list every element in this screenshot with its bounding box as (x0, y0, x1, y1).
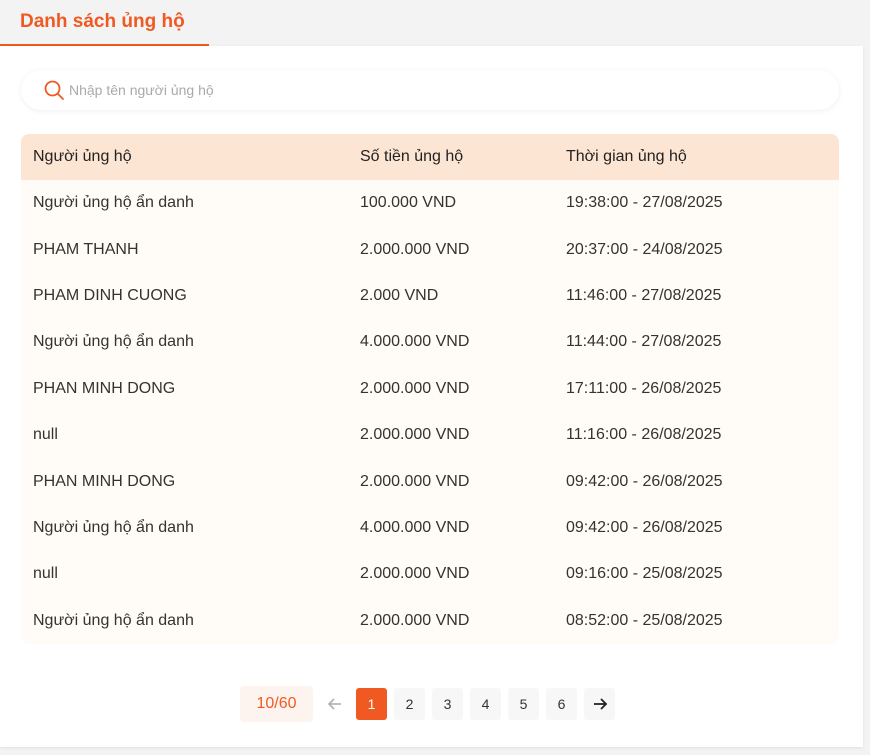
arrow-left-icon (327, 698, 341, 710)
page-button-4[interactable]: 4 (470, 688, 501, 720)
table-header: Người ủng hộ Số tiền ủng hộ Thời gian ủn… (21, 134, 839, 180)
table-row: Người ủng hộ ẩn danh 100.000 VND 19:38:00 … (21, 180, 839, 226)
cell-amount: 2.000.000 VND (360, 379, 470, 397)
cell-time: 08:52:00 - 25/08/2025 (566, 611, 723, 629)
table-row: Người ủng hộ ẩn danh 4.000.000 VND 09:42:0… (21, 505, 839, 551)
cell-donor: PHAM THANH (33, 240, 139, 258)
table-row: PHAN MINH DONG 2.000.000 VND 17:11:00 - 26… (21, 366, 839, 412)
cell-amount: 4.000.000 VND (360, 333, 470, 351)
cell-donor: Người ủng hộ ẩn danh (33, 518, 194, 536)
page-count-label: 10/60 (240, 686, 313, 722)
page-button-6[interactable]: 6 (546, 688, 577, 720)
cell-donor: null (33, 565, 58, 583)
cell-donor: Người ủng hộ ẩn danh (33, 611, 194, 629)
tab-label: Danh sách ủng hộ (20, 11, 185, 32)
cell-donor: Người ủng hộ ẩn danh (33, 194, 194, 212)
next-page-button[interactable] (584, 688, 615, 720)
cell-amount: 2.000.000 VND (360, 611, 470, 629)
table-row: PHAM THANH 2.000.000 VND 20:37:00 - 24/08/… (21, 226, 839, 272)
cell-time: 09:16:00 - 25/08/2025 (566, 565, 723, 583)
header-amount: Số tiền ủng hộ (360, 148, 464, 165)
table-row: null 2.000.000 VND 11:16:00 - 26/08/2025 (21, 412, 839, 458)
cell-time: 09:42:00 - 26/08/2025 (566, 472, 723, 490)
search-input[interactable] (69, 79, 809, 101)
search-box (21, 70, 839, 110)
donation-list-page: Danh sách ủng hộ Người ủng hộ Số tiền ủn… (0, 0, 870, 755)
header-time: Thời gian ủng hộ (566, 148, 687, 165)
cell-amount: 2.000.000 VND (360, 240, 470, 258)
table-row: null 2.000.000 VND 09:16:00 - 25/08/2025 (21, 551, 839, 597)
prev-page-button[interactable] (319, 688, 350, 720)
cell-time: 11:44:00 - 27/08/2025 (566, 333, 722, 351)
table-row: PHAN MINH DONG 2.000.000 VND 09:42:00 - 26… (21, 458, 839, 504)
page-button-1[interactable]: 1 (356, 688, 387, 720)
cell-amount: 2.000.000 VND (360, 472, 470, 490)
table-row: Người ủng hộ ẩn danh 4.000.000 VND 11:44:0… (21, 319, 839, 365)
cell-amount: 2.000 VND (360, 286, 439, 304)
pagination: 10/60 123456 (0, 686, 863, 722)
page-button-3[interactable]: 3 (432, 688, 463, 720)
cell-amount: 4.000.000 VND (360, 518, 470, 536)
search-icon (44, 80, 64, 100)
cell-donor: PHAN MINH DONG (33, 379, 176, 397)
cell-time: 11:46:00 - 27/08/2025 (566, 286, 722, 304)
cell-donor: Người ủng hộ ẩn danh (33, 333, 194, 351)
content-panel: Người ủng hộ Số tiền ủng hộ Thời gian ủn… (0, 46, 863, 747)
cell-time: 11:16:00 - 26/08/2025 (566, 426, 722, 444)
cell-donor: null (33, 426, 58, 444)
page-button-5[interactable]: 5 (508, 688, 539, 720)
tab-donation-list[interactable]: Danh sách ủng hộ (0, 0, 209, 46)
cell-amount: 100.000 VND (360, 194, 457, 212)
arrow-right-icon (593, 698, 607, 710)
tab-bar: Danh sách ủng hộ (0, 0, 870, 46)
table-row: PHAM DINH CUONG 2.000 VND 11:46:00 - 27/08… (21, 273, 839, 319)
header-donor: Người ủng hộ (33, 148, 132, 165)
donation-table: Người ủng hộ Số tiền ủng hộ Thời gian ủn… (21, 134, 839, 644)
page-button-2[interactable]: 2 (394, 688, 425, 720)
cell-amount: 2.000.000 VND (360, 426, 470, 444)
cell-donor: PHAN MINH DONG (33, 472, 176, 490)
cell-time: 17:11:00 - 26/08/2025 (566, 379, 722, 397)
cell-time: 20:37:00 - 24/08/2025 (566, 240, 723, 258)
cell-donor: PHAM DINH CUONG (33, 286, 187, 304)
table-body: Người ủng hộ ẩn danh 100.000 VND 19:38:00 … (21, 180, 839, 644)
table-row: Người ủng hộ ẩn danh 2.000.000 VND 08:52:0… (21, 598, 839, 644)
cell-time: 09:42:00 - 26/08/2025 (566, 518, 723, 536)
cell-time: 19:38:00 - 27/08/2025 (566, 194, 723, 212)
cell-amount: 2.000.000 VND (360, 565, 470, 583)
